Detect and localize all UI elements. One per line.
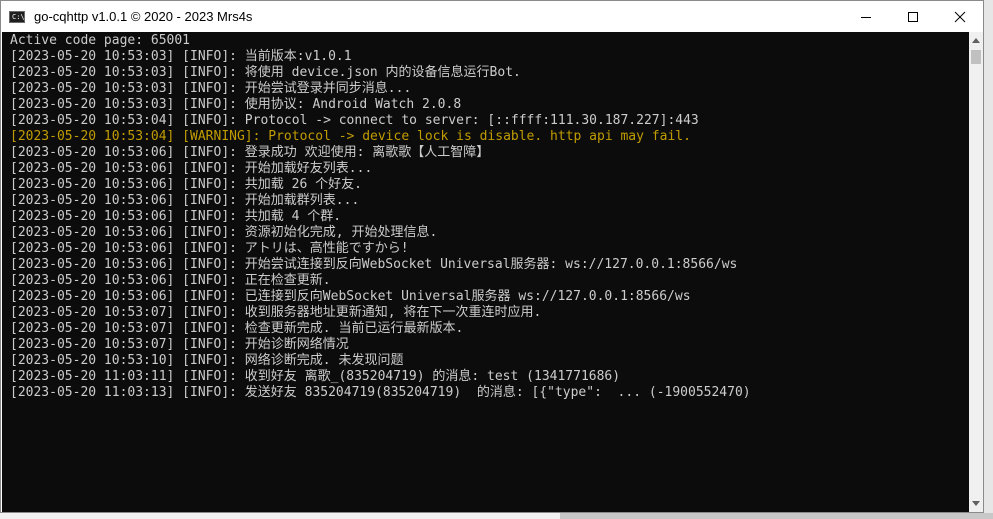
- close-button[interactable]: [936, 1, 983, 32]
- window-controls: [842, 1, 983, 32]
- log-line: [2023-05-20 10:53:04] [INFO]: Protocol -…: [10, 113, 699, 128]
- console-app-icon[interactable]: C:\: [9, 10, 25, 23]
- log-line: [2023-05-20 10:53:07] [INFO]: 开始诊断网络情况: [10, 337, 349, 352]
- maximize-icon: [907, 11, 918, 22]
- window-title: go-cqhttp v1.0.1 © 2020 - 2023 Mrs4s: [34, 9, 253, 24]
- log-line: [2023-05-20 10:53:10] [INFO]: 网络诊断完成. 未发…: [10, 353, 404, 368]
- log-line: [2023-05-20 10:53:03] [INFO]: 开始尝试登录并同步消…: [10, 81, 412, 96]
- log-line: [2023-05-20 10:53:06] [INFO]: 开始尝试连接到反向W…: [10, 257, 738, 272]
- vertical-scrollbar[interactable]: [969, 32, 983, 512]
- log-line: [2023-05-20 10:53:06] [INFO]: 开始加载群列表...: [10, 193, 360, 208]
- log-line: [2023-05-20 10:53:03] [INFO]: 将使用 device…: [10, 65, 521, 80]
- log-line: [2023-05-20 10:53:03] [INFO]: 使用协议: Andr…: [10, 97, 462, 112]
- console-app-icon-label: C:\: [12, 12, 25, 21]
- console-lines: Active code page: 65001 [2023-05-20 10:53…: [10, 33, 751, 401]
- log-line: [2023-05-20 10:53:06] [INFO]: 共加载 4 个群.: [10, 209, 342, 224]
- background-desktop-edge: [984, 0, 993, 513]
- log-line: [2023-05-20 10:53:06] [INFO]: 登录成功 欢迎使用:…: [10, 145, 490, 160]
- minimize-button[interactable]: [842, 1, 889, 32]
- log-line-warning: [2023-05-20 10:53:04] [WARNING]: Protoco…: [10, 129, 691, 144]
- log-line: [2023-05-20 10:53:07] [INFO]: 检查更新完成. 当前…: [10, 321, 464, 336]
- scroll-up-icon: [972, 38, 980, 43]
- log-line: [2023-05-20 10:53:06] [INFO]: 正在检查更新.: [10, 273, 331, 288]
- maximize-button[interactable]: [889, 1, 936, 32]
- log-line: [2023-05-20 10:53:06] [INFO]: 共加载 26 个好友…: [10, 177, 362, 192]
- log-line: [2023-05-20 10:53:07] [INFO]: 收到服务器地址更新通…: [10, 305, 542, 320]
- minimize-icon: [860, 16, 871, 18]
- scroll-down-icon: [972, 501, 980, 506]
- title-bar[interactable]: C:\ go-cqhttp v1.0.1 © 2020 - 2023 Mrs4s: [1, 1, 983, 32]
- log-line: [2023-05-20 10:53:06] [INFO]: 资源初始化完成, 开…: [10, 225, 438, 240]
- log-line: [2023-05-20 10:53:06] [INFO]: 已连接到反向WebS…: [10, 289, 691, 304]
- console-output[interactable]: Active code page: 65001 [2023-05-20 10:53…: [2, 32, 969, 512]
- log-line: [2023-05-20 11:03:11] [INFO]: 收到好友 离歌_(8…: [10, 369, 621, 384]
- close-icon: [954, 11, 965, 22]
- log-line: [2023-05-20 10:53:06] [INFO]: アトリは、高性能です…: [10, 241, 409, 256]
- log-line: Active code page: 65001: [10, 33, 191, 48]
- background-document-below: [0, 513, 560, 519]
- log-line: [2023-05-20 10:53:06] [INFO]: 开始加载好友列表..…: [10, 161, 373, 176]
- scroll-down-button[interactable]: [969, 495, 983, 512]
- console-window: C:\ go-cqhttp v1.0.1 © 2020 - 2023 Mrs4s: [0, 0, 984, 513]
- scroll-up-button[interactable]: [969, 32, 983, 49]
- scrollbar-thumb[interactable]: [971, 50, 981, 64]
- log-line: [2023-05-20 11:03:13] [INFO]: 发送好友 83520…: [10, 385, 751, 400]
- log-line: [2023-05-20 10:53:03] [INFO]: 当前版本:v1.0.…: [10, 49, 352, 64]
